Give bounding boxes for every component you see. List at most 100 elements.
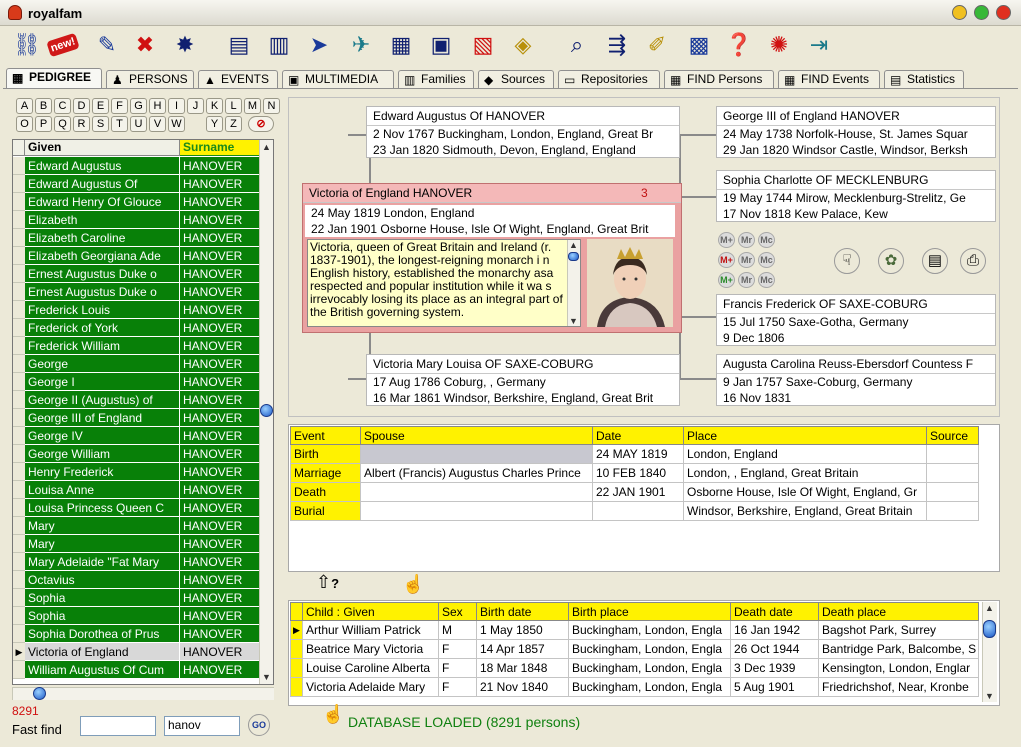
letter-z[interactable]: Z (225, 116, 242, 132)
exit-icon[interactable]: ⇥ (802, 29, 836, 61)
children-header-death-place[interactable]: Death place (818, 602, 979, 621)
fast-find-input[interactable] (80, 716, 156, 736)
list-item[interactable]: Sophia HANOVER (13, 607, 265, 625)
list-scrollbar[interactable]: ▲ ▼ (259, 140, 273, 684)
marriage-button-mplus[interactable]: M+ (718, 252, 735, 268)
letter-s[interactable]: S (92, 116, 109, 132)
list-item[interactable]: Edward Henry Of Glouce HANOVER (13, 193, 265, 211)
marriage-button-mr[interactable]: Mr (738, 252, 755, 268)
list-item[interactable]: George IV HANOVER (13, 427, 265, 445)
letter-u[interactable]: U (130, 116, 147, 132)
marriage-button-mc[interactable]: Mc (758, 232, 775, 248)
send-icon[interactable]: ➤ (302, 29, 336, 61)
printer-list-icon[interactable]: ▦ (384, 29, 418, 61)
minimize-button[interactable] (952, 5, 967, 20)
list-item[interactable]: Ernest Augustus Duke o HANOVER (13, 265, 265, 283)
mother-card[interactable]: Victoria Mary Louisa OF SAXE-COBURG 17 A… (366, 354, 680, 406)
scroll-thumb[interactable] (260, 404, 273, 417)
tree-icon[interactable]: ⇶ (600, 29, 634, 61)
pointer-hand-icon[interactable]: ☝ (402, 574, 424, 595)
go-button[interactable]: GO (248, 714, 270, 736)
letter-w[interactable]: W (168, 116, 185, 132)
list-item[interactable]: Frederick of York HANOVER (13, 319, 265, 337)
list-item[interactable]: George III of England HANOVER (13, 409, 265, 427)
scroll-down-icon[interactable]: ▼ (262, 672, 271, 682)
paternal-grandmother-card[interactable]: Sophia Charlotte OF MECKLENBURG 19 May 1… (716, 170, 996, 222)
letter-r[interactable]: R (73, 116, 90, 132)
web-icon[interactable]: ◈ (506, 29, 540, 61)
scroll-up-icon[interactable]: ▲ (262, 142, 271, 152)
tab-pedigree[interactable]: ▦ PEDIGREE (6, 68, 102, 88)
letter-t[interactable]: T (111, 116, 128, 132)
list-item[interactable]: Octavius HANOVER (13, 571, 265, 589)
children-scroll-down-icon[interactable]: ▼ (985, 691, 994, 701)
tab-families[interactable]: ▥ Families (398, 70, 474, 88)
fast-find-surname-input[interactable]: hanov (164, 716, 240, 736)
report-icon[interactable]: ▣ (424, 29, 458, 61)
letter-i[interactable]: I (168, 98, 185, 114)
child-row[interactable]: Victoria Adelaide Mary F 21 Nov 1840 Buckin… (290, 677, 979, 697)
tab-statistics[interactable]: ▤ Statistics (884, 70, 964, 88)
given-column-header[interactable]: Given (25, 140, 180, 156)
list-item[interactable]: George HANOVER (13, 355, 265, 373)
list-hscrollbar[interactable] (12, 687, 274, 700)
list-item[interactable]: Mary Adelaide "Fat Mary HANOVER (13, 553, 265, 571)
note-scrollbar[interactable]: ▲ ▼ (567, 240, 580, 326)
events-header-spouse[interactable]: Spouse (360, 426, 593, 445)
gedcom-export-icon[interactable]: ▥ (262, 29, 296, 61)
list-item[interactable]: Frederick William HANOVER (13, 337, 265, 355)
child-row[interactable]: Beatrice Mary Victoria F 14 Apr 1857 Buckin… (290, 639, 979, 659)
note-scroll-down-icon[interactable]: ▼ (569, 316, 578, 326)
list-item[interactable]: Sophia HANOVER (13, 589, 265, 607)
subject-card[interactable]: Victoria of England HANOVER 3 24 May 181… (302, 183, 682, 333)
close-button[interactable] (996, 5, 1011, 20)
surname-column-header[interactable]: Surname (180, 140, 265, 156)
list-item[interactable]: ▶ Victoria of England HANOVER (13, 643, 265, 661)
tip-icon[interactable]: ✺ (762, 29, 796, 61)
clear-filter-button[interactable]: ⊘ (248, 116, 274, 132)
list-item[interactable]: Elizabeth Caroline HANOVER (13, 229, 265, 247)
children-header-sex[interactable]: Sex (438, 602, 477, 621)
list-item[interactable]: Sophia Dorothea of Prus HANOVER (13, 625, 265, 643)
list-item[interactable]: Frederick Louis HANOVER (13, 301, 265, 319)
print-icon[interactable]: ⎙ (960, 248, 986, 274)
events-header-date[interactable]: Date (592, 426, 684, 445)
letter-d[interactable]: D (73, 98, 90, 114)
list-item[interactable]: George I HANOVER (13, 373, 265, 391)
letter-a[interactable]: A (16, 98, 33, 114)
hscroll-thumb[interactable] (33, 687, 46, 700)
children-scroll-up-icon[interactable]: ▲ (985, 603, 994, 613)
maternal-grandmother-card[interactable]: Augusta Carolina Reuss-Ebersdorf Countes… (716, 354, 996, 406)
letter-y[interactable]: Y (206, 116, 223, 132)
list-item[interactable]: Henry Frederick HANOVER (13, 463, 265, 481)
chain-icon[interactable]: ⛓ (10, 29, 44, 61)
letter-l[interactable]: L (225, 98, 242, 114)
add-child-icon[interactable]: ⇧? (316, 572, 339, 593)
letter-g[interactable]: G (130, 98, 147, 114)
letter-j[interactable]: J (187, 98, 204, 114)
list-item[interactable]: Edward Augustus HANOVER (13, 157, 265, 175)
paternal-grandfather-card[interactable]: George III of England HANOVER 24 May 173… (716, 106, 996, 158)
compass-icon[interactable]: ✸ (168, 29, 202, 61)
down-hand-icon[interactable]: ☟ (834, 248, 860, 274)
event-row[interactable]: Burial Windsor, Berkshire, England, Great… (290, 501, 979, 521)
event-row[interactable]: Death 22 JAN 1901 Osborne House, Isle Of W… (290, 482, 979, 502)
letter-v[interactable]: V (149, 116, 166, 132)
children-header-birth-date[interactable]: Birth date (476, 602, 569, 621)
event-row[interactable]: Marriage Albert (Francis) Augustus Charle… (290, 463, 979, 483)
send-record-icon[interactable]: ✈ (344, 29, 378, 61)
letter-n[interactable]: N (263, 98, 280, 114)
letter-k[interactable]: K (206, 98, 223, 114)
tab-find-events[interactable]: ▦ FIND Events (778, 70, 880, 88)
letter-c[interactable]: C (54, 98, 71, 114)
event-row[interactable]: Birth 24 MAY 1819 London, England (290, 444, 979, 464)
calendar-icon[interactable]: ▩ (682, 29, 716, 61)
letter-f[interactable]: F (111, 98, 128, 114)
note-icon[interactable]: ✐ (640, 29, 674, 61)
list-item[interactable]: Ernest Augustus Duke o HANOVER (13, 283, 265, 301)
tab-find-persons[interactable]: ▦ FIND Persons (664, 70, 774, 88)
tab-persons[interactable]: ♟ PERSONS (106, 70, 194, 88)
events-header-source[interactable]: Source (926, 426, 979, 445)
letter-m[interactable]: M (244, 98, 261, 114)
note-scroll-up-icon[interactable]: ▲ (569, 240, 578, 250)
